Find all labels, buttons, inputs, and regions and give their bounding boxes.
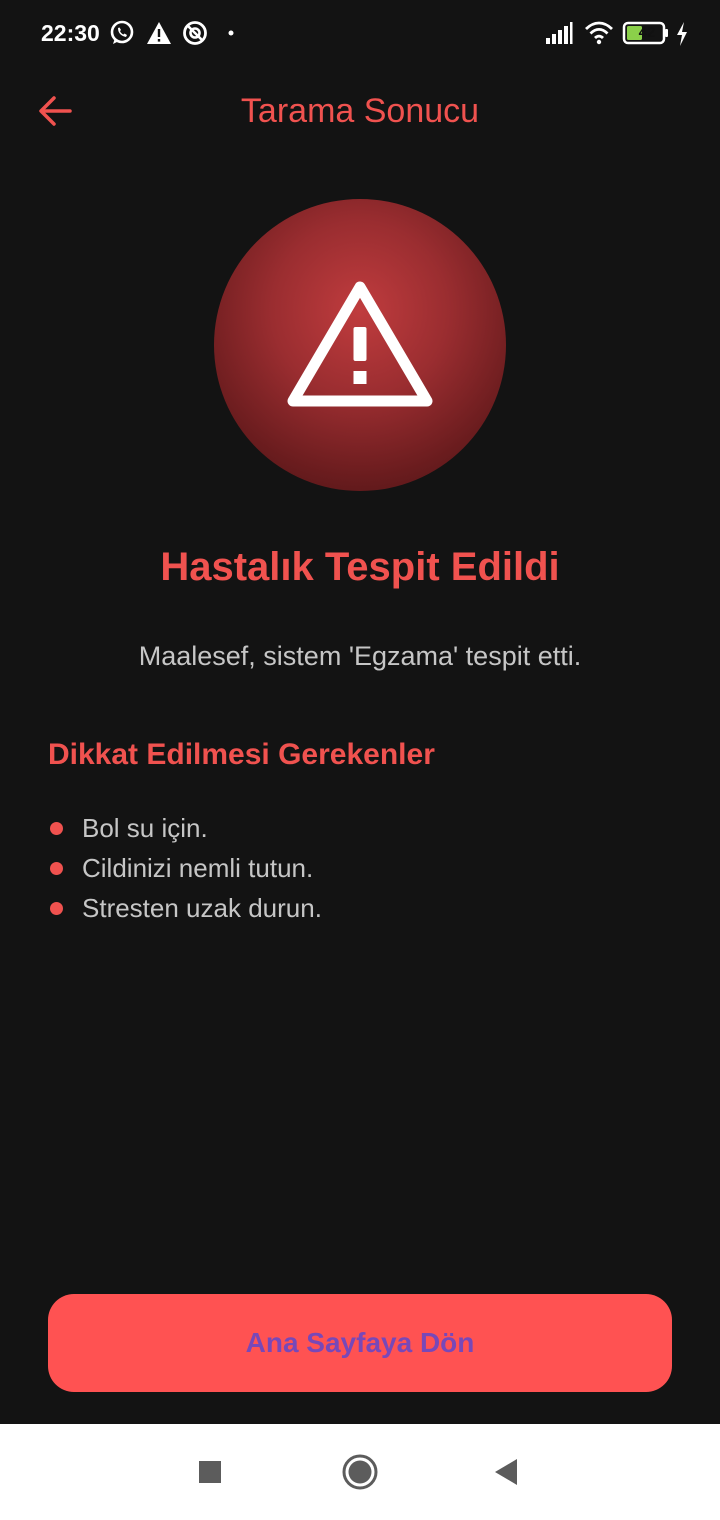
page-title: Tarama Sonucu — [240, 92, 480, 130]
list-item: Cildinizi nemli tutun. — [48, 848, 322, 888]
list-item: Bol su için. — [48, 808, 322, 848]
vpn-icon — [183, 21, 207, 45]
bullet-icon — [50, 821, 63, 835]
home-nav-button[interactable] — [332, 1448, 388, 1496]
result-message: Maalesef, sistem 'Egzama' tespit etti. — [138, 641, 582, 671]
result-headline: Hastalık Tespit Edildi — [160, 545, 560, 589]
list-item: Stresten uzak durun. — [48, 888, 322, 928]
status-bar: 22:30 42 — [0, 0, 720, 70]
result-icon-circle — [214, 199, 506, 491]
charging-icon — [677, 22, 687, 46]
whatsapp-icon — [110, 20, 134, 44]
back-triangle-icon — [495, 1459, 517, 1485]
home-circle-icon — [342, 1454, 378, 1490]
wifi-icon — [585, 21, 613, 45]
tips-list: Bol su için. Cildinizi nemli tutun. Stre… — [48, 808, 322, 928]
warning-triangle-icon — [287, 281, 433, 407]
warning-icon — [147, 22, 171, 44]
battery-level: 42 — [638, 24, 656, 41]
tip-text: Stresten uzak durun. — [82, 892, 322, 923]
app-bar: Tarama Sonucu — [0, 70, 720, 154]
recents-square-icon — [199, 1461, 221, 1483]
system-nav-bar — [0, 1424, 720, 1520]
back-nav-button[interactable] — [478, 1448, 534, 1496]
dot-icon — [228, 30, 234, 36]
signal-icon — [546, 22, 573, 44]
recents-button[interactable] — [182, 1448, 238, 1496]
status-time: 22:30 — [41, 20, 100, 46]
bullet-icon — [50, 901, 63, 915]
tips-title: Dikkat Edilmesi Gerekenler — [48, 738, 435, 771]
bullet-icon — [50, 861, 63, 875]
tip-text: Cildinizi nemli tutun. — [82, 852, 314, 883]
tip-text: Bol su için. — [82, 812, 208, 843]
home-button[interactable]: Ana Sayfaya Dön — [48, 1294, 672, 1392]
